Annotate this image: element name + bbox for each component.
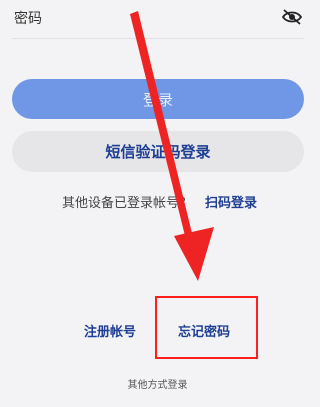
scan-login-link[interactable]: 扫码登录	[205, 192, 257, 211]
other-device-prompt: 其他设备已登录帐号？	[62, 196, 193, 211]
password-divider	[12, 38, 304, 39]
password-row[interactable]: 密码	[0, 0, 315, 36]
other-device-row: 其他设备已登录帐号？ 扫码登录	[0, 192, 315, 214]
annotation-arrow-head	[174, 227, 214, 281]
password-label: 密码	[14, 11, 42, 27]
sms-login-button[interactable]: 短信验证码登录	[12, 131, 304, 172]
register-link[interactable]: 注册帐号	[84, 321, 136, 340]
eye-slash-icon[interactable]	[281, 8, 303, 26]
highlight-box	[155, 296, 258, 359]
login-button[interactable]: 登录	[12, 79, 304, 119]
other-login-methods-label[interactable]: 其他方式登录	[0, 376, 315, 391]
